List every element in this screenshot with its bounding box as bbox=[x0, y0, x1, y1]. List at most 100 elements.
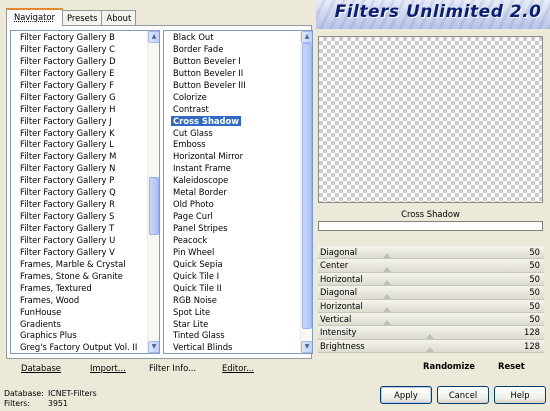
parameter-label: Center bbox=[320, 260, 349, 271]
filter-list-item[interactable]: Contrast bbox=[166, 104, 298, 116]
parameter-slider[interactable]: Vertical 50 bbox=[318, 312, 544, 327]
filter-scrollbar[interactable]: ▲ ▼ bbox=[300, 31, 312, 353]
category-list-item[interactable]: Filter Factory Gallery F bbox=[13, 80, 145, 92]
tab-about[interactable]: About bbox=[101, 10, 137, 26]
filter-list-item-label: Border Fade bbox=[173, 43, 224, 54]
parameter-slider[interactable]: Center 50 bbox=[318, 259, 544, 273]
category-list-item[interactable]: Filter Factory Gallery G bbox=[13, 92, 145, 104]
category-list-item-label: Filter Factory Gallery K bbox=[20, 127, 115, 138]
tab-presets[interactable]: Presets bbox=[61, 10, 103, 26]
category-list-item[interactable]: Filter Factory Gallery P bbox=[13, 175, 145, 187]
filter-list-item[interactable]: Horizontal Mirror bbox=[166, 151, 298, 163]
filter-list-item[interactable]: Quick Tile I bbox=[166, 271, 298, 283]
filter-list[interactable]: Black Out Border Fade Button Beveler I Butt… bbox=[163, 30, 313, 354]
filter-list-item[interactable]: Quick Sepia bbox=[166, 259, 298, 271]
filter-info-button[interactable]: Filter Info... bbox=[149, 362, 196, 374]
category-list-item[interactable]: Filter Factory Gallery J bbox=[13, 116, 145, 128]
slider-handle[interactable] bbox=[426, 347, 435, 353]
category-list-item[interactable]: Filter Factory Gallery T bbox=[13, 223, 145, 235]
slider-handle[interactable] bbox=[383, 280, 392, 286]
slider-handle[interactable] bbox=[383, 253, 392, 259]
parameter-slider[interactable]: Brightness 128 bbox=[318, 339, 544, 354]
category-list-item[interactable]: Greg's Factory Output Vol. II bbox=[13, 342, 145, 353]
filter-list-item[interactable]: Cut Glass bbox=[166, 128, 298, 140]
filter-list-item[interactable]: Page Curl bbox=[166, 211, 298, 223]
category-list-item[interactable]: Filter Factory Gallery S bbox=[13, 211, 145, 223]
parameter-slider[interactable]: Intensity 128 bbox=[318, 326, 544, 340]
category-list-item[interactable]: Filter Factory Gallery Q bbox=[13, 187, 145, 199]
category-list-item[interactable]: FunHouse bbox=[13, 307, 145, 319]
category-list-item[interactable]: Filter Factory Gallery C bbox=[13, 44, 145, 56]
category-list-item[interactable]: Frames, Wood bbox=[13, 295, 145, 307]
database-button[interactable]: Database bbox=[21, 362, 61, 374]
slider-handle[interactable] bbox=[383, 266, 392, 272]
apply-button[interactable]: Apply bbox=[380, 386, 432, 404]
filter-list-item[interactable]: Vertical Blinds bbox=[166, 342, 298, 353]
filter-list-item[interactable]: Pin Wheel bbox=[166, 247, 298, 259]
filter-list-item[interactable]: Cross Shadow bbox=[166, 115, 298, 128]
category-list-item[interactable]: Filter Factory Gallery N bbox=[13, 163, 145, 175]
category-list-item-label: Filter Factory Gallery D bbox=[20, 55, 116, 66]
category-list-item[interactable]: Frames, Textured bbox=[13, 283, 145, 295]
help-button[interactable]: Help bbox=[494, 386, 546, 404]
filter-list-item[interactable]: Button Beveler I bbox=[166, 56, 298, 68]
filter-list-item[interactable]: Black Out bbox=[166, 32, 298, 44]
filter-scroll-thumb[interactable] bbox=[302, 43, 312, 329]
category-list-item-label: Filter Factory Gallery G bbox=[20, 91, 116, 102]
filter-list-item[interactable]: Button Beveler II bbox=[166, 68, 298, 80]
filter-scroll-down-button[interactable]: ▼ bbox=[301, 341, 312, 353]
filter-list-item[interactable]: Spot Lite bbox=[166, 307, 298, 319]
editor-button[interactable]: Editor... bbox=[222, 362, 254, 374]
category-scrollbar[interactable]: ▲ ▼ bbox=[147, 31, 159, 353]
category-list-item[interactable]: Gradients bbox=[13, 319, 145, 331]
category-list-item[interactable]: Filter Factory Gallery B bbox=[13, 32, 145, 44]
category-list-item[interactable]: Filter Factory Gallery L bbox=[13, 139, 145, 151]
category-list-item[interactable]: Filter Factory Gallery U bbox=[13, 235, 145, 247]
filter-list-item[interactable]: Old Photo bbox=[166, 199, 298, 211]
slider-handle[interactable] bbox=[383, 293, 392, 299]
tab-navigator[interactable]: Navigator bbox=[6, 8, 63, 26]
category-list-item[interactable]: Filter Factory Gallery E bbox=[13, 68, 145, 80]
category-list-item[interactable]: Filter Factory Gallery M bbox=[13, 151, 145, 163]
filter-list-item[interactable]: Instant Frame bbox=[166, 163, 298, 175]
filter-list-item[interactable]: Tinted Glass bbox=[166, 330, 298, 342]
category-scroll-thumb[interactable] bbox=[149, 177, 159, 235]
category-list-item[interactable]: Filter Factory Gallery H bbox=[13, 104, 145, 116]
filter-list-item[interactable]: Kaleidoscope bbox=[166, 175, 298, 187]
category-list-item[interactable]: Graphics Plus bbox=[13, 330, 145, 342]
filter-list-item[interactable]: Emboss bbox=[166, 139, 298, 151]
filter-list-item[interactable]: Metal Border bbox=[166, 187, 298, 199]
filter-list-item[interactable]: Peacock bbox=[166, 235, 298, 247]
filter-list-item[interactable]: Button Beveler III bbox=[166, 80, 298, 92]
filter-list-item[interactable]: Colorize bbox=[166, 92, 298, 104]
filter-list-item[interactable]: Border Fade bbox=[166, 44, 298, 56]
slider-handle[interactable] bbox=[426, 333, 435, 339]
parameter-slider[interactable]: Diagonal 50 bbox=[318, 246, 544, 260]
parameter-slider[interactable]: Horizontal 50 bbox=[318, 272, 544, 287]
category-list-item[interactable]: Filter Factory Gallery V bbox=[13, 247, 145, 259]
preview-image[interactable] bbox=[318, 36, 543, 203]
category-list-item[interactable]: Filter Factory Gallery D bbox=[13, 56, 145, 68]
category-list-item[interactable]: Frames, Stone & Granite bbox=[13, 271, 145, 283]
parameter-slider[interactable]: Horizontal 50 bbox=[318, 299, 544, 313]
category-list-item-label: FunHouse bbox=[20, 306, 62, 317]
parameter-slider[interactable]: Diagonal 50 bbox=[318, 286, 544, 300]
parameter-value: 50 bbox=[529, 273, 540, 284]
category-list[interactable]: Filter Factory Gallery B Filter Factory G… bbox=[10, 30, 160, 354]
category-scroll-down-button[interactable]: ▼ bbox=[148, 341, 159, 353]
slider-handle[interactable] bbox=[383, 306, 392, 312]
category-list-item[interactable]: Filter Factory Gallery K bbox=[13, 128, 145, 140]
slider-handle[interactable] bbox=[383, 320, 392, 326]
filter-list-item[interactable]: RGB Noise bbox=[166, 295, 298, 307]
category-list-item[interactable]: Filter Factory Gallery R bbox=[13, 199, 145, 211]
category-scroll-up-button[interactable]: ▲ bbox=[148, 31, 159, 43]
reset-button[interactable]: Reset bbox=[498, 361, 525, 371]
category-list-item[interactable]: Frames, Marble & Crystal bbox=[13, 259, 145, 271]
filter-list-item[interactable]: Star Lite bbox=[166, 319, 298, 331]
filter-list-item[interactable]: Panel Stripes bbox=[166, 223, 298, 235]
filter-list-item[interactable]: Quick Tile II bbox=[166, 283, 298, 295]
cancel-button[interactable]: Cancel bbox=[437, 386, 489, 404]
randomize-button[interactable]: Randomize bbox=[423, 361, 475, 371]
import-button[interactable]: Import... bbox=[90, 362, 126, 374]
filter-scroll-up-button[interactable]: ▲ bbox=[301, 31, 312, 43]
